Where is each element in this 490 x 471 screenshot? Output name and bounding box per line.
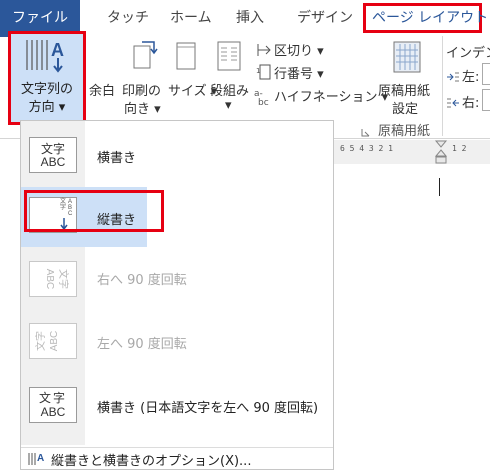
text-direction-label-2: 方向 ▾ [28, 100, 66, 115]
indent-right-icon [446, 94, 460, 113]
text-direction-options[interactable]: A 縦書きと横書きのオプション(X)... [21, 447, 333, 470]
text-cursor [439, 178, 440, 196]
text-direction-icon: A [26, 40, 64, 73]
menu-item-rotate-right: 文字 ABC 右へ 90 度回転 [21, 249, 333, 309]
text-direction-button[interactable]: A 文字列の 方向 ▾ [8, 31, 86, 125]
indent-left-label: 左: [462, 70, 480, 85]
menu-item-horizontal-label: 横書き [97, 151, 137, 166]
svg-text:A: A [51, 40, 64, 60]
text-direction-options-label: 縦書きと横書きのオプション(X)... [51, 454, 252, 469]
size-icon [174, 40, 200, 76]
orientation-label-2[interactable]: 向き ▾ [124, 98, 161, 117]
ruler-right-marks: 1 2 [452, 144, 467, 153]
rotate-left-text-icon: 文字 ABC [29, 323, 77, 359]
tab-page-layout[interactable]: ページ レイアウト [372, 0, 488, 37]
indent-left-icon [446, 68, 460, 87]
columns-label-2[interactable]: ▾ [225, 98, 232, 113]
orientation-icon [132, 40, 158, 70]
text-direction-options-icon: A [27, 451, 45, 471]
group-divider [442, 36, 443, 136]
rotate-right-text-icon: 文字 ABC [29, 261, 77, 297]
genko-label-2[interactable]: 設定 [392, 98, 418, 117]
columns-icon [216, 40, 242, 76]
menu-item-horizontal-rotate-ja[interactable]: 文字 ABC 横書き (日本語文字を左へ 90 度回転) [21, 375, 333, 435]
hyphenation-icon: a-bc [254, 86, 274, 110]
svg-text:bc: bc [258, 98, 269, 106]
tab-design[interactable]: デザイン [297, 0, 353, 37]
line-numbers-button[interactable]: 行番号 ▾ [274, 63, 324, 82]
menu-item-vertical-highlight [24, 190, 164, 232]
tab-touch[interactable]: タッチ [107, 0, 149, 37]
ruler-left-marks: 6 5 4 3 2 1 [340, 144, 393, 153]
genko-label-1[interactable]: 原稿用紙 [378, 80, 430, 99]
menu-item-rotate-right-label: 右へ 90 度回転 [97, 273, 187, 288]
margins-button[interactable]: 余白 [89, 80, 115, 99]
menu-item-horizontal[interactable]: 文字 ABC 横書き [21, 125, 333, 185]
indent-title: インデン [446, 46, 490, 61]
line-numbers-icon: 1 [256, 63, 272, 85]
genko-icon [392, 40, 422, 78]
menu-item-rotate-left-label: 左へ 90 度回転 [97, 337, 187, 352]
ruler-indent-marker-icon[interactable] [434, 140, 448, 170]
group-genko-label: 原稿用紙 [378, 124, 431, 139]
svg-text:A: A [37, 453, 44, 464]
menu-item-rotate-left: 文字 ABC 左へ 90 度回転 [21, 311, 333, 371]
menu-item-horizontal-rotate-ja-label: 横書き (日本語文字を左へ 90 度回転) [97, 401, 319, 416]
hyphenation-button[interactable]: ハイフネーション ▾ [274, 86, 388, 105]
text-direction-menu: 文字 ABC 横書き 文字 ABC 縦書き 文字 ABC 右へ 90 度回転 文… [20, 120, 334, 470]
orientation-label-1[interactable]: 印刷の [122, 80, 161, 99]
columns-label-1[interactable]: 段組み [210, 80, 249, 99]
svg-text:1: 1 [256, 67, 260, 75]
indent-left-input[interactable] [482, 63, 490, 85]
text-direction-label-1: 文字列の [20, 82, 73, 97]
breaks-icon [256, 42, 272, 62]
horizontal-text-icon: 文字 ABC [29, 137, 77, 173]
horizontal-rotate-ja-icon: 文字 ABC [29, 387, 77, 423]
indent-right-label: 右: [462, 96, 480, 111]
breaks-button[interactable]: 区切り ▾ [274, 40, 324, 59]
indent-right-input[interactable] [482, 89, 490, 111]
tab-home[interactable]: ホーム [170, 0, 212, 37]
tab-insert[interactable]: 挿入 [236, 0, 264, 37]
